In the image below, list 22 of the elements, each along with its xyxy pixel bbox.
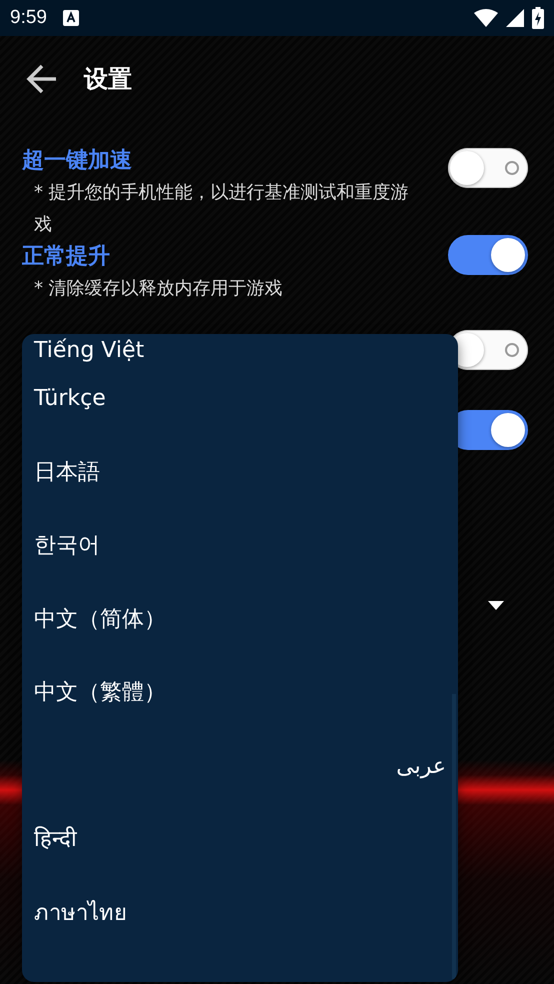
wifi-icon (474, 9, 498, 27)
language-option[interactable]: 한국어 (22, 509, 458, 582)
dropdown-caret-icon[interactable] (488, 601, 504, 611)
signal-icon (506, 9, 524, 27)
language-option[interactable]: 中文（简体） (22, 582, 458, 656)
toggle-switch[interactable] (448, 235, 528, 275)
language-option[interactable]: हिन्दी (22, 803, 458, 876)
setting-title: 超一键加速 (22, 147, 133, 175)
setting-title: 正常提升 (22, 243, 111, 271)
language-option[interactable]: Türkçe (22, 362, 458, 436)
page-title: 设置 (84, 64, 132, 95)
language-option[interactable]: Tiếng Việt (22, 334, 458, 362)
language-option[interactable]: عربى (22, 730, 458, 803)
setting-description: * 清除缓存以释放内存用于游戏 (33, 277, 284, 301)
setting-description: * 提升您的手机性能，以进行基准测试和重度游戏 (33, 181, 410, 237)
keyboard-indicator-icon (62, 10, 79, 26)
clock: 9:59 (10, 6, 47, 30)
toggle-switch[interactable] (448, 148, 528, 188)
language-option[interactable]: 日本語 (22, 436, 458, 509)
language-option[interactable]: 中文（繁體） (22, 656, 458, 730)
language-option[interactable]: ภาษาไทย (22, 876, 458, 950)
battery-icon (532, 7, 544, 29)
